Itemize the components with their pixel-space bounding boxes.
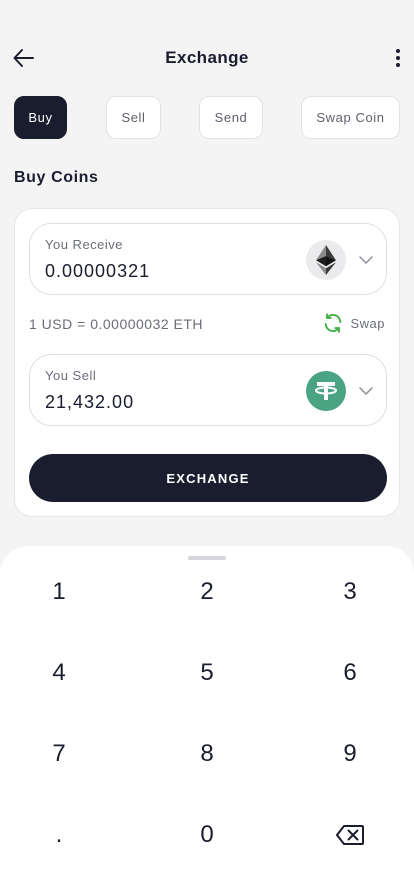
key-3[interactable]: 3 xyxy=(305,562,395,622)
exchange-card: You Receive 0.00000321 1 USD = 0.0000003… xyxy=(14,208,400,517)
sell-label: You Sell xyxy=(45,368,97,383)
tab-swap-coin[interactable]: Swap Coin xyxy=(301,96,400,139)
sell-amount[interactable]: 21,432.00 xyxy=(45,392,134,413)
sell-field[interactable]: You Sell 21,432.00 xyxy=(29,354,387,426)
key-7[interactable]: 7 xyxy=(14,724,104,784)
tether-icon xyxy=(309,380,343,407)
receive-amount[interactable]: 0.00000321 xyxy=(45,261,150,282)
refresh-icon xyxy=(325,313,342,333)
key-6[interactable]: 6 xyxy=(305,643,395,703)
more-options-button[interactable] xyxy=(386,42,410,74)
key-decimal[interactable]: . xyxy=(14,805,104,865)
exchange-rate: 1 USD = 0.00000032 ETH xyxy=(29,316,204,332)
more-dot xyxy=(396,63,400,67)
coin-selector-usdt[interactable] xyxy=(306,371,346,411)
chevron-down-icon[interactable] xyxy=(358,252,374,268)
section-title: Buy Coins xyxy=(14,169,99,186)
tab-bar: Buy Sell Send Swap Coin xyxy=(0,96,414,140)
key-5[interactable]: 5 xyxy=(162,643,252,703)
header: Exchange xyxy=(0,36,414,80)
coin-selector-eth[interactable] xyxy=(306,240,346,280)
receive-label: You Receive xyxy=(45,237,124,252)
more-dot xyxy=(396,56,400,60)
numeric-keypad: 1 2 3 4 5 6 7 8 9 . 0 xyxy=(0,546,414,896)
tab-buy[interactable]: Buy xyxy=(14,96,67,139)
sheet-handle[interactable] xyxy=(188,556,226,560)
tab-send[interactable]: Send xyxy=(199,96,263,139)
swap-label: Swap xyxy=(350,315,385,331)
backspace-icon xyxy=(336,825,364,845)
receive-field[interactable]: You Receive 0.00000321 xyxy=(29,223,387,295)
key-4[interactable]: 4 xyxy=(14,643,104,703)
key-1[interactable]: 1 xyxy=(14,562,104,622)
more-dot xyxy=(396,49,400,53)
key-0[interactable]: 0 xyxy=(162,805,252,865)
swap-button[interactable]: Swap xyxy=(322,312,385,334)
exchange-button[interactable]: EXCHANGE xyxy=(29,454,387,502)
key-8[interactable]: 8 xyxy=(162,724,252,784)
key-9[interactable]: 9 xyxy=(305,724,395,784)
key-2[interactable]: 2 xyxy=(162,562,252,622)
tab-sell[interactable]: Sell xyxy=(106,96,161,139)
chevron-down-icon[interactable] xyxy=(358,383,374,399)
backspace-key[interactable] xyxy=(305,805,395,865)
page-title: Exchange xyxy=(165,48,249,67)
ethereum-icon xyxy=(316,245,336,275)
